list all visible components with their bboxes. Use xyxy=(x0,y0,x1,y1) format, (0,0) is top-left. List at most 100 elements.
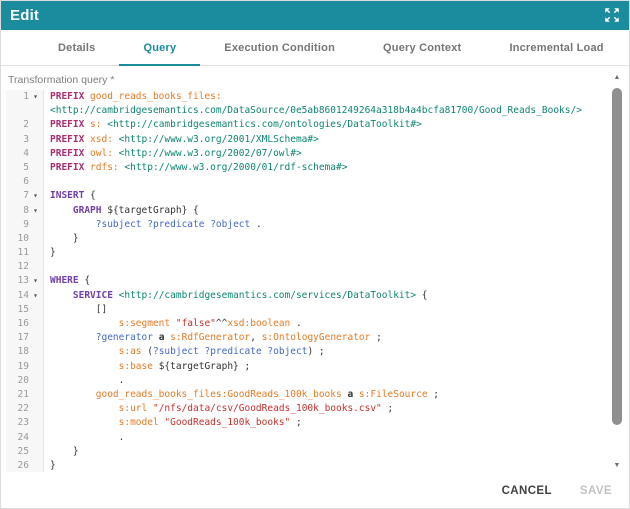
code-line[interactable]: 26} xyxy=(0,459,630,472)
fold-arrow-icon[interactable]: ▾ xyxy=(29,189,42,203)
line-gutter: 16 xyxy=(6,317,44,331)
code-line[interactable]: 17 ?generator a s:RdfGenerator, s:Ontolo… xyxy=(0,331,630,345)
line-number: 22 xyxy=(6,402,29,416)
code-text: INSERT { xyxy=(44,189,96,203)
tab-execution-condition[interactable]: Execution Condition xyxy=(200,30,359,65)
transformation-query-label: Transformation query * xyxy=(8,74,630,86)
code-text: PREFIX s: <http://cambridgesemantics.com… xyxy=(44,118,422,132)
line-gutter: 17 xyxy=(6,331,44,345)
code-line[interactable]: 21 good_reads_books_files:GoodReads_100k… xyxy=(0,388,630,402)
code-line[interactable]: 18 s:as (?subject ?predicate ?object) ; xyxy=(0,345,630,359)
line-gutter: 10 xyxy=(6,232,44,246)
line-gutter: 19 xyxy=(6,360,44,374)
line-number: 4 xyxy=(6,147,29,161)
line-number: 25 xyxy=(6,445,29,459)
line-number: 6 xyxy=(6,175,29,189)
code-line[interactable]: 8▾ GRAPH ${targetGraph} { xyxy=(0,204,630,218)
code-line[interactable]: 10 } xyxy=(0,232,630,246)
scroll-up-icon[interactable]: ▲ xyxy=(611,73,623,83)
line-gutter: 25 xyxy=(6,445,44,459)
fold-arrow-icon[interactable]: ▾ xyxy=(29,274,42,288)
dialog-header: Edit xyxy=(0,0,630,30)
code-text: [] xyxy=(44,303,107,317)
line-number: 15 xyxy=(6,303,29,317)
code-line[interactable]: 1▾PREFIX good_reads_books_files: xyxy=(0,90,630,104)
line-gutter: 12 xyxy=(6,260,44,274)
cancel-button[interactable]: CANCEL xyxy=(492,479,562,503)
line-gutter: 7▾ xyxy=(6,189,44,203)
line-gutter: 6 xyxy=(6,175,44,189)
line-number: 14 xyxy=(6,289,29,303)
code-text: s:base ${targetGraph} ; xyxy=(44,360,250,374)
dialog-title: Edit xyxy=(0,7,39,24)
code-text: } xyxy=(44,459,56,472)
code-area[interactable]: 1▾PREFIX good_reads_books_files:<http://… xyxy=(0,90,630,472)
code-line[interactable]: 11} xyxy=(0,246,630,260)
code-text: PREFIX xsd: <http://www.w3.org/2001/XMLS… xyxy=(44,133,319,147)
line-gutter: 14▾ xyxy=(6,289,44,303)
line-gutter: 2 xyxy=(6,118,44,132)
code-line[interactable]: 5 PREFIX rdfs: <http://www.w3.org/2000/01… xyxy=(0,161,630,175)
code-line[interactable]: <http://cambridgesemantics.com/DataSourc… xyxy=(0,104,630,118)
code-line[interactable]: 24 . xyxy=(0,431,630,445)
scroll-down-icon[interactable]: ▼ xyxy=(611,461,623,471)
save-button[interactable]: SAVE xyxy=(570,479,622,503)
code-line[interactable]: 13▾WHERE { xyxy=(0,274,630,288)
code-line[interactable]: 2 PREFIX s: <http://cambridgesemantics.co… xyxy=(0,118,630,132)
line-gutter: 21 xyxy=(6,388,44,402)
tab-query-context[interactable]: Query Context xyxy=(359,30,485,65)
line-number: 19 xyxy=(6,360,29,374)
code-line[interactable]: 22 s:url "/nfs/data/csv/GoodReads_100k_b… xyxy=(0,402,630,416)
fold-arrow-icon[interactable]: ▾ xyxy=(29,90,42,104)
line-gutter: 3 xyxy=(6,133,44,147)
code-text: PREFIX owl: <http://www.w3.org/2002/07/o… xyxy=(44,147,302,161)
code-text: } xyxy=(44,445,79,459)
expand-icon[interactable] xyxy=(603,6,621,24)
fold-arrow-icon[interactable]: ▾ xyxy=(29,204,42,218)
tab-query[interactable]: Query xyxy=(119,30,200,65)
line-gutter: 18 xyxy=(6,345,44,359)
code-text: PREFIX rdfs: <http://www.w3.org/2000/01/… xyxy=(44,161,347,175)
code-text: PREFIX good_reads_books_files: xyxy=(44,90,222,104)
line-number: 9 xyxy=(6,218,29,232)
code-line[interactable]: 9 ?subject ?predicate ?object . xyxy=(0,218,630,232)
code-text: s:model "GoodReads_100k_books" ; xyxy=(44,416,302,430)
code-line[interactable]: 25 } xyxy=(0,445,630,459)
code-line[interactable]: 12 xyxy=(0,260,630,274)
code-line[interactable]: 3PREFIX xsd: <http://www.w3.org/2001/XML… xyxy=(0,133,630,147)
fold-arrow-icon[interactable]: ▾ xyxy=(29,289,42,303)
line-number: 5 xyxy=(6,161,29,175)
tab-incremental-load[interactable]: Incremental Load xyxy=(485,30,627,65)
zoom-out-map-icon xyxy=(603,6,621,24)
line-number: 10 xyxy=(6,232,29,246)
code-line[interactable]: 23 s:model "GoodReads_100k_books" ; xyxy=(0,416,630,430)
code-line[interactable]: 20 . xyxy=(0,374,630,388)
code-text: WHERE { xyxy=(44,274,90,288)
code-line[interactable]: 15 [] xyxy=(0,303,630,317)
scrollbar-thumb[interactable] xyxy=(612,88,622,425)
tab-details[interactable]: Details xyxy=(34,30,119,65)
line-number: 7 xyxy=(6,189,29,203)
code-line[interactable]: 16 s:segment "false"^^xsd:boolean . xyxy=(0,317,630,331)
code-line[interactable]: 6 xyxy=(0,175,630,189)
code-text: s:as (?subject ?predicate ?object) ; xyxy=(44,345,325,359)
tab-bar: DetailsQueryExecution ConditionQuery Con… xyxy=(0,30,630,66)
line-gutter: 15 xyxy=(6,303,44,317)
line-number: 8 xyxy=(6,204,29,218)
line-number: 23 xyxy=(6,416,29,430)
line-gutter: 11 xyxy=(6,246,44,260)
line-number: 2 xyxy=(6,118,29,132)
code-line[interactable]: 14▾ SERVICE <http://cambridgesemantics.c… xyxy=(0,289,630,303)
code-text: . xyxy=(44,374,124,388)
line-number: 1 xyxy=(6,90,29,104)
code-line[interactable]: 7▾INSERT { xyxy=(0,189,630,203)
code-line[interactable]: 4 PREFIX owl: <http://www.w3.org/2002/07/… xyxy=(0,147,630,161)
editor-scrollbar[interactable]: ▲ ▼ xyxy=(611,67,623,473)
query-editor[interactable]: Transformation query * 1▾PREFIX good_rea… xyxy=(0,67,630,472)
line-number: 18 xyxy=(6,345,29,359)
line-number: 17 xyxy=(6,331,29,345)
code-text: good_reads_books_files:GoodReads_100k_bo… xyxy=(44,388,439,402)
line-gutter: 9 xyxy=(6,218,44,232)
code-text: ?subject ?predicate ?object . xyxy=(44,218,262,232)
code-line[interactable]: 19 s:base ${targetGraph} ; xyxy=(0,360,630,374)
